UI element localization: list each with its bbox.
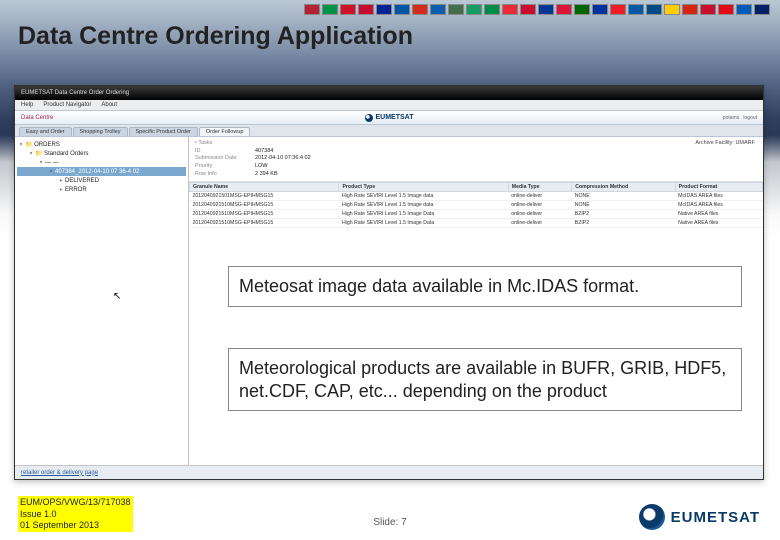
order-tree[interactable]: ▾📁 ORDERS ▾📁 Standard Orders ▾— — ▾40738… bbox=[15, 137, 189, 465]
window-titlebar: EUMETSAT Data Centre Order Ordering bbox=[15, 86, 763, 100]
tab-specific-product[interactable]: Specific Product Order bbox=[129, 127, 198, 136]
table-header[interactable]: Granule Name bbox=[190, 183, 339, 192]
user-info: potams logout bbox=[723, 115, 757, 121]
tab-bar: Easy and Order Shopping Trolley Specific… bbox=[15, 125, 763, 137]
tree-standard-orders[interactable]: ▾📁 Standard Orders bbox=[17, 149, 186, 158]
flag-icon bbox=[736, 4, 752, 15]
flag-icon bbox=[628, 4, 644, 15]
table-header[interactable]: Media Type bbox=[508, 183, 571, 192]
table-header[interactable]: Product Format bbox=[675, 183, 762, 192]
footer-left: EUM/OPS/VWG/13/717038 Issue 1.0 01 Septe… bbox=[18, 496, 133, 532]
menu-help[interactable]: Help bbox=[21, 102, 33, 108]
flag-icon bbox=[646, 4, 662, 15]
flag-icon bbox=[394, 4, 410, 15]
flag-icon bbox=[340, 4, 356, 15]
page-title: Data Centre Ordering Application bbox=[18, 22, 413, 51]
eumetsat-logo-text: EUMETSAT bbox=[671, 509, 760, 526]
menu-product-navigator[interactable]: Product Navigator bbox=[43, 102, 91, 108]
flag-icon bbox=[430, 4, 446, 15]
flag-icon bbox=[322, 4, 338, 15]
flag-icon bbox=[718, 4, 734, 15]
table-row[interactable]: 2012040921510MSG-EPIHMSG15High Rate SEVI… bbox=[190, 210, 763, 219]
detail-header: • Tasks ID407384 Submission Date2012-04-… bbox=[189, 137, 763, 182]
table-row[interactable]: 2012040921510MSG-EPIHMSG15High Rate SEVI… bbox=[190, 219, 763, 228]
flag-icon bbox=[304, 4, 320, 15]
logout-link[interactable]: logout bbox=[743, 115, 757, 121]
flag-icon bbox=[376, 4, 392, 15]
flag-icon bbox=[520, 4, 536, 15]
flag-icon bbox=[556, 4, 572, 15]
flag-strip bbox=[304, 4, 770, 15]
flag-icon bbox=[754, 4, 770, 15]
flag-icon bbox=[682, 4, 698, 15]
tree-root[interactable]: ▾📁 ORDERS bbox=[17, 140, 186, 149]
window-title: EUMETSAT Data Centre Order Ordering bbox=[21, 90, 129, 96]
flag-icon bbox=[484, 4, 500, 15]
table-header[interactable]: Product Type bbox=[339, 183, 508, 192]
flag-icon bbox=[448, 4, 464, 15]
row-info: 2 394 KB bbox=[255, 171, 278, 177]
flag-icon bbox=[502, 4, 518, 15]
table-row[interactable]: 2012040921501MSG-EPIHMSG15High Rate SEVI… bbox=[190, 192, 763, 201]
menubar: Help Product Navigator About bbox=[15, 100, 763, 111]
menu-about[interactable]: About bbox=[101, 102, 117, 108]
brand-logo: EUMETSAT bbox=[365, 114, 414, 122]
flag-icon bbox=[358, 4, 374, 15]
flag-icon bbox=[538, 4, 554, 15]
brand-left-label: Data Centre bbox=[21, 115, 53, 121]
flag-icon bbox=[412, 4, 428, 15]
cursor-icon: ↖ bbox=[113, 291, 121, 302]
tab-shopping-trolley[interactable]: Shopping Trolley bbox=[73, 127, 128, 136]
submission-date: 2012-04-10 07:36:4 02 bbox=[255, 155, 311, 161]
brand-bar: Data Centre EUMETSAT potams logout bbox=[15, 111, 763, 125]
table-row[interactable]: 2012040921510MSG-EPIHMSG15High Rate SEVI… bbox=[190, 201, 763, 210]
retailer-link[interactable]: retailer order & delivery page bbox=[21, 470, 98, 476]
status-bar: retailer order & delivery page bbox=[15, 465, 763, 479]
tab-easy-order[interactable]: Easy and Order bbox=[19, 127, 72, 136]
footer-slide-number: Slide: 7 bbox=[373, 517, 406, 528]
tree-error[interactable]: ▸ERROR bbox=[17, 185, 186, 194]
flag-icon bbox=[610, 4, 626, 15]
priority: LOW bbox=[255, 163, 268, 169]
granule-table: Granule NameProduct TypeMedia TypeCompre… bbox=[189, 182, 763, 228]
eumetsat-logo-icon bbox=[639, 504, 665, 530]
eumetsat-logo: EUMETSAT bbox=[639, 504, 760, 530]
table-header[interactable]: Compression Method bbox=[572, 183, 675, 192]
tree-delivered[interactable]: ▸DELIVERED bbox=[17, 176, 186, 185]
flag-icon bbox=[664, 4, 680, 15]
caption-2: Meteorological products are available in… bbox=[228, 348, 742, 411]
flag-icon bbox=[592, 4, 608, 15]
flag-icon bbox=[466, 4, 482, 15]
eumetsat-icon bbox=[365, 114, 373, 122]
tab-order-followup[interactable]: Order Followup bbox=[199, 127, 251, 136]
flag-icon bbox=[574, 4, 590, 15]
tree-selected-order[interactable]: ▾407384_2012-04-10 07 36-4 02 bbox=[17, 167, 186, 176]
order-id: 407384 bbox=[255, 148, 273, 154]
flag-icon bbox=[700, 4, 716, 15]
tree-item[interactable]: ▾— — bbox=[17, 158, 186, 167]
archive-facility: Archive Facility: UMARF bbox=[695, 140, 755, 146]
caption-1: Meteosat image data available in Mc.IDAS… bbox=[228, 266, 742, 307]
